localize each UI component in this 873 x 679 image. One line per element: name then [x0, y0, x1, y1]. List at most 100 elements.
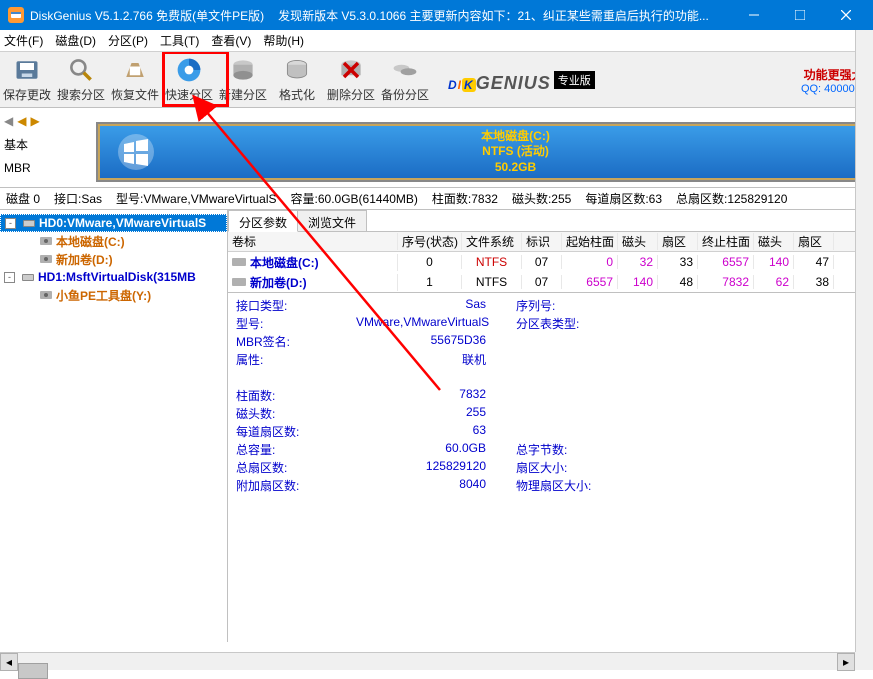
disk-icon — [22, 216, 36, 230]
partition-icon — [39, 288, 53, 302]
nav-back-icon[interactable]: ◀ — [17, 114, 26, 128]
toolbar: 保存更改 搜索分区 恢复文件 快速分区 新建分区 格式化 删除分区 备份分区 D… — [0, 52, 873, 108]
info-row: 附加扇区数:8040物理扇区大小: — [236, 477, 865, 495]
disk-icon — [21, 270, 35, 284]
info-row: MBR签名:55675D36 — [236, 333, 865, 351]
menu-bar: 文件(F) 磁盘(D) 分区(P) 工具(T) 查看(V) 帮助(H) — [0, 30, 873, 52]
info-key: 柱面数: — [236, 387, 356, 405]
partition-icon — [39, 234, 53, 248]
tb-backup[interactable]: 备份分区 — [378, 53, 432, 107]
diskmap-label-basic: 基本 — [4, 136, 28, 153]
window-subtitle: 发现新版本 V5.3.0.1066 主要更新内容如下：21、纠正某些需重启后执行… — [278, 7, 731, 24]
info-row: 总扇区数:125829120扇区大小: — [236, 459, 865, 477]
cell-eh: 140 — [754, 255, 794, 269]
info-key2 — [516, 405, 616, 423]
tree-row[interactable]: 小鱼PE工具盘(Y:) — [0, 286, 227, 304]
close-button[interactable] — [823, 0, 869, 30]
tb-save[interactable]: 保存更改 — [0, 53, 54, 107]
expand-icon[interactable]: - — [5, 218, 16, 229]
tb-delete[interactable]: 删除分区 — [324, 53, 378, 107]
info-row: 总容量:60.0GB总字节数: — [236, 441, 865, 459]
menu-help[interactable]: 帮助(H) — [263, 32, 304, 49]
tree-label: 本地磁盘(C:) — [56, 233, 125, 250]
status-heads: 磁头数:255 — [512, 190, 571, 207]
window-title: DiskGenius V5.1.2.766 免费版(单文件PE版) — [30, 7, 264, 24]
cell-name: 新加卷(D:) — [228, 274, 398, 291]
cell-flag: 07 — [522, 255, 562, 269]
tree-label: 新加卷(D:) — [56, 251, 113, 268]
scroll-thumb[interactable] — [18, 663, 48, 679]
cell-fs: NTFS — [462, 275, 522, 289]
disk-tree[interactable]: - HD0:VMware,VMwareVirtualS 本地磁盘(C:)新加卷(D:… — [0, 210, 228, 642]
cell-sc: 6557 — [562, 275, 618, 289]
column-header[interactable]: 卷标 — [228, 233, 398, 250]
info-key: 附加扇区数: — [236, 477, 356, 495]
info-key: 属性: — [236, 351, 356, 369]
tb-format[interactable]: 格式化 — [270, 53, 324, 107]
vertical-scrollbar[interactable] — [855, 30, 873, 652]
minimize-button[interactable] — [731, 0, 777, 30]
column-header[interactable]: 终止柱面 — [698, 233, 754, 250]
info-value: 7832 — [356, 387, 516, 405]
status-cyl: 柱面数:7832 — [432, 190, 498, 207]
column-header[interactable]: 扇区 — [794, 233, 834, 250]
diskmap-name: 本地磁盘(C:) — [172, 129, 859, 145]
menu-disk[interactable]: 磁盘(D) — [55, 32, 96, 49]
app-icon — [8, 7, 24, 23]
tree-row[interactable]: - HD0:VMware,VMwareVirtualS — [0, 214, 227, 232]
tree-row[interactable]: 本地磁盘(C:) — [0, 232, 227, 250]
status-disk: 磁盘 0 — [6, 190, 40, 207]
tree-row[interactable]: -HD1:MsftVirtualDisk(315MB — [0, 268, 227, 286]
info-row: 每道扇区数:63 — [236, 423, 865, 441]
cell-es: 38 — [794, 275, 834, 289]
info-value: 8040 — [356, 477, 516, 495]
tb-new-partition[interactable]: 新建分区 — [216, 53, 270, 107]
menu-partition[interactable]: 分区(P) — [108, 32, 148, 49]
tb-quick-partition[interactable]: 快速分区 — [162, 53, 216, 107]
menu-file[interactable]: 文件(F) — [4, 32, 43, 49]
info-value: 63 — [356, 423, 516, 441]
column-header[interactable]: 标识 — [522, 233, 562, 250]
table-row[interactable]: 新加卷(D:)1NTFS0765571404878326238 — [228, 272, 873, 292]
info-value: VMware,VMwareVirtualS — [356, 315, 516, 333]
nav-prev-icon[interactable]: ◀ — [4, 114, 13, 128]
info-value: 联机 — [356, 351, 516, 369]
column-header[interactable]: 文件系统 — [462, 233, 522, 250]
info-key2: 序列号: — [516, 297, 616, 315]
brand-logo: DIKGENIUS 专业版 — [448, 52, 595, 108]
tb-recover[interactable]: 恢复文件 — [108, 53, 162, 107]
info-key2 — [516, 351, 616, 369]
cell-eh: 62 — [754, 275, 794, 289]
tree-label: HD0:VMware,VMwareVirtualS — [39, 216, 206, 230]
info-key: MBR签名: — [236, 333, 356, 351]
column-header[interactable]: 磁头 — [618, 233, 658, 250]
info-key: 每道扇区数: — [236, 423, 356, 441]
column-header[interactable]: 序号(状态) — [398, 233, 462, 250]
disk-map[interactable]: 本地磁盘(C:) NTFS (活动) 50.2GB — [96, 122, 863, 183]
horizontal-scrollbar[interactable]: ◂ ▸ — [0, 652, 855, 670]
scroll-right-button[interactable]: ▸ — [837, 653, 855, 671]
cell-sc: 0 — [562, 255, 618, 269]
table-row[interactable]: 本地磁盘(C:)0NTFS0703233655714047 — [228, 252, 873, 272]
expand-icon[interactable]: - — [4, 272, 15, 283]
info-key2: 扇区大小: — [516, 459, 616, 477]
maximize-button[interactable] — [777, 0, 823, 30]
tab-browse-files[interactable]: 浏览文件 — [297, 210, 367, 231]
info-row: 接口类型:Sas序列号: — [236, 297, 865, 315]
menu-tools[interactable]: 工具(T) — [160, 32, 199, 49]
tree-row[interactable]: 新加卷(D:) — [0, 250, 227, 268]
nav-fwd-icon[interactable]: ▶ — [30, 114, 39, 128]
cell-fs: NTFS — [462, 255, 522, 269]
diskmap-left: ◀ ◀ ▶ 基本 MBR — [0, 108, 96, 187]
scroll-left-button[interactable]: ◂ — [0, 653, 18, 671]
column-header[interactable]: 扇区 — [658, 233, 698, 250]
menu-view[interactable]: 查看(V) — [211, 32, 251, 49]
cell-ss: 48 — [658, 275, 698, 289]
tb-search[interactable]: 搜索分区 — [54, 53, 108, 107]
tab-partition-params[interactable]: 分区参数 — [228, 210, 298, 232]
status-capacity: 容量:60.0GB(61440MB) — [291, 190, 418, 207]
column-header[interactable]: 磁头 — [754, 233, 794, 250]
disk-info-panel: 接口类型:Sas序列号:型号:VMware,VMwareVirtualS分区表类… — [228, 293, 873, 642]
column-header[interactable]: 起始柱面 — [562, 233, 618, 250]
info-key2 — [516, 333, 616, 351]
